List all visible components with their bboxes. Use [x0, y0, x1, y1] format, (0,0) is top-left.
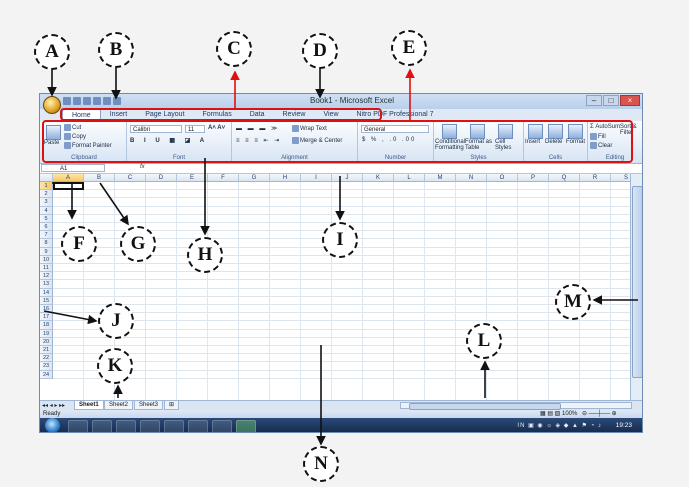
- arrow-f: [52, 182, 77, 220]
- arrow-g: [99, 182, 129, 226]
- arrow-j: [43, 310, 98, 325]
- annotation-arrows: [43, 68, 638, 446]
